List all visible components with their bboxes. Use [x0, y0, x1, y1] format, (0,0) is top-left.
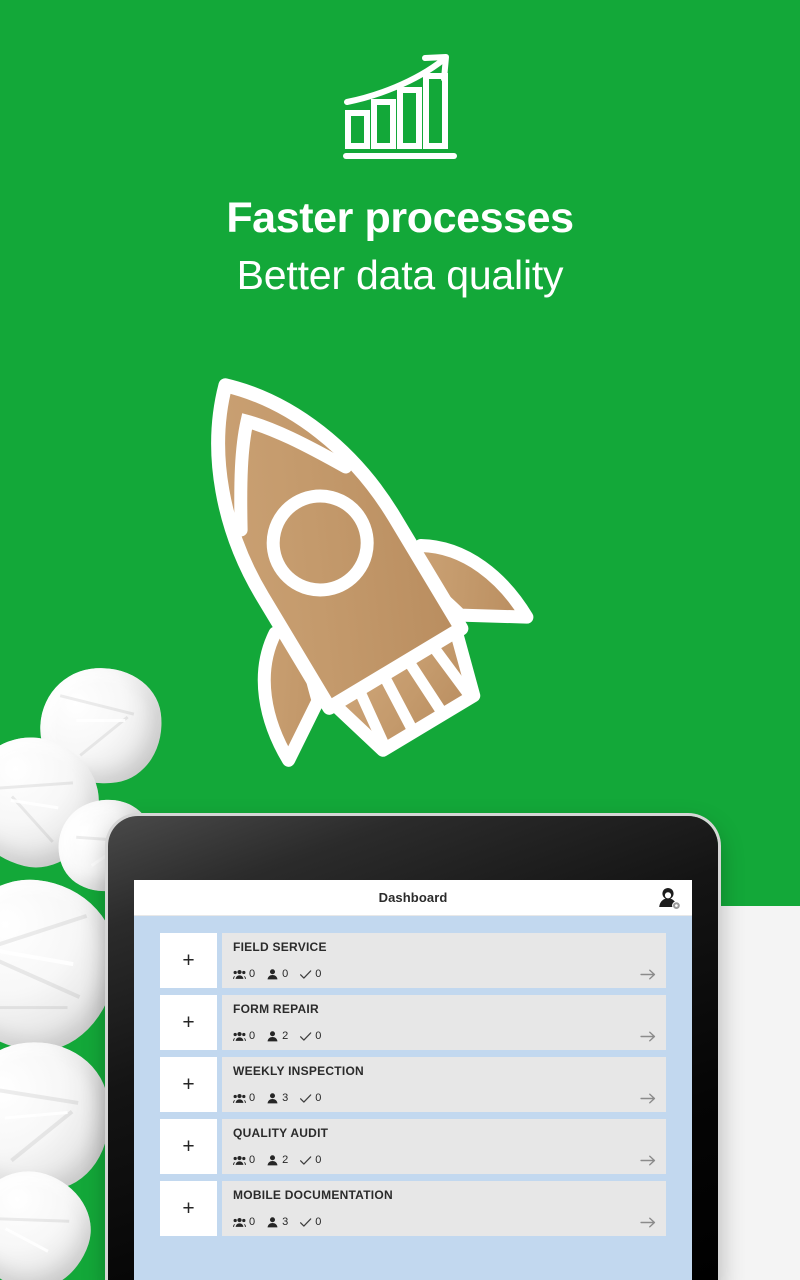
- page-title: Dashboard: [378, 890, 448, 905]
- growth-chart-icon: [343, 54, 457, 159]
- headline-block: Faster processes Better data quality: [0, 190, 800, 304]
- arrow-right-icon[interactable]: [640, 1216, 657, 1229]
- card-stats: 0 0 0: [233, 968, 655, 988]
- stat-value: 0: [249, 1092, 256, 1104]
- promo-screen: Faster processes Better data quality Das…: [0, 0, 800, 1280]
- process-card[interactable]: FIELD SERVICE 0 0 0: [222, 933, 666, 988]
- stat-value: 0: [315, 1030, 322, 1042]
- process-card[interactable]: MOBILE DOCUMENTATION 0 3 0: [222, 1181, 666, 1236]
- stat-check: 0: [299, 1030, 321, 1043]
- person-icon: [267, 1093, 278, 1104]
- stat-person: 0: [266, 968, 288, 981]
- tablet-device: Dashboard + FIELD SERVICE 0 0 0 + FORM R…: [108, 816, 718, 1280]
- stat-group: 0: [233, 1154, 255, 1167]
- stat-person: 2: [266, 1030, 288, 1043]
- card-stats: 0 2 0: [233, 1030, 655, 1050]
- stat-check: 0: [299, 968, 321, 981]
- stat-value: 0: [249, 1216, 256, 1228]
- group-icon: [233, 1031, 246, 1041]
- stat-value: 0: [282, 968, 289, 980]
- check-icon: [300, 1094, 312, 1103]
- card-title: FORM REPAIR: [233, 1002, 319, 1016]
- arrow-right-icon[interactable]: [640, 1154, 657, 1167]
- add-entry-button[interactable]: +: [160, 1057, 217, 1112]
- stat-value: 2: [282, 1030, 289, 1042]
- stat-group: 0: [233, 1030, 255, 1043]
- stat-group: 0: [233, 968, 255, 981]
- process-card[interactable]: FORM REPAIR 0 2 0: [222, 995, 666, 1050]
- card-stats: 0 2 0: [233, 1154, 655, 1174]
- list-item[interactable]: + QUALITY AUDIT 0 2 0: [160, 1119, 666, 1174]
- plus-icon: +: [182, 1135, 195, 1158]
- check-icon: [300, 1218, 312, 1227]
- stat-check: 0: [299, 1154, 321, 1167]
- stat-value: 0: [249, 1154, 256, 1166]
- add-entry-button[interactable]: +: [160, 995, 217, 1050]
- stat-value: 0: [315, 968, 322, 980]
- stat-value: 2: [282, 1154, 289, 1166]
- list-item[interactable]: + FIELD SERVICE 0 0 0: [160, 933, 666, 988]
- stat-value: 0: [315, 1154, 322, 1166]
- group-icon: [233, 969, 246, 979]
- stat-person: 3: [266, 1216, 288, 1229]
- plus-icon: +: [182, 949, 195, 972]
- person-icon: [267, 1031, 278, 1042]
- add-entry-button[interactable]: +: [160, 1119, 217, 1174]
- stat-value: 0: [249, 1030, 256, 1042]
- arrow-right-icon[interactable]: [640, 1030, 657, 1043]
- user-settings-avatar-icon[interactable]: [656, 885, 682, 911]
- person-icon: [267, 1217, 278, 1228]
- stat-value: 0: [315, 1092, 322, 1104]
- stat-group: 0: [233, 1092, 255, 1105]
- cardboard-rocket-illustration: [211, 378, 534, 767]
- card-stats: 0 3 0: [233, 1092, 655, 1112]
- list-item[interactable]: + MOBILE DOCUMENTATION 0 3 0: [160, 1181, 666, 1236]
- stat-value: 3: [282, 1216, 289, 1228]
- card-title: QUALITY AUDIT: [233, 1126, 329, 1140]
- headline-secondary: Better data quality: [236, 252, 564, 298]
- arrow-right-icon[interactable]: [640, 968, 657, 981]
- process-card[interactable]: WEEKLY INSPECTION 0 3 0: [222, 1057, 666, 1112]
- card-stats: 0 3 0: [233, 1216, 655, 1236]
- stat-value: 0: [249, 968, 256, 980]
- check-icon: [300, 1032, 312, 1041]
- dashboard-card-list: + FIELD SERVICE 0 0 0 + FORM REPAIR 0 2 …: [134, 916, 692, 1236]
- card-title: FIELD SERVICE: [233, 940, 327, 954]
- list-item[interactable]: + WEEKLY INSPECTION 0 3 0: [160, 1057, 666, 1112]
- plus-icon: +: [182, 1011, 195, 1034]
- add-entry-button[interactable]: +: [160, 933, 217, 988]
- plus-icon: +: [182, 1197, 195, 1220]
- card-title: MOBILE DOCUMENTATION: [233, 1188, 393, 1202]
- person-icon: [267, 969, 278, 980]
- card-title: WEEKLY INSPECTION: [233, 1064, 364, 1078]
- stat-value: 0: [315, 1216, 322, 1228]
- group-icon: [233, 1217, 246, 1227]
- list-item[interactable]: + FORM REPAIR 0 2 0: [160, 995, 666, 1050]
- person-icon: [267, 1155, 278, 1166]
- stat-group: 0: [233, 1216, 255, 1229]
- stat-check: 0: [299, 1092, 321, 1105]
- tablet-screen: Dashboard + FIELD SERVICE 0 0 0 + FORM R…: [134, 880, 692, 1280]
- group-icon: [233, 1093, 246, 1103]
- stat-person: 2: [266, 1154, 288, 1167]
- stat-person: 3: [266, 1092, 288, 1105]
- add-entry-button[interactable]: +: [160, 1181, 217, 1236]
- headline-primary: Faster processes: [226, 194, 574, 242]
- arrow-right-icon[interactable]: [640, 1092, 657, 1105]
- process-card[interactable]: QUALITY AUDIT 0 2 0: [222, 1119, 666, 1174]
- stat-check: 0: [299, 1216, 321, 1229]
- group-icon: [233, 1155, 246, 1165]
- check-icon: [300, 970, 312, 979]
- app-header: Dashboard: [134, 880, 692, 916]
- check-icon: [300, 1156, 312, 1165]
- stat-value: 3: [282, 1092, 289, 1104]
- plus-icon: +: [182, 1073, 195, 1096]
